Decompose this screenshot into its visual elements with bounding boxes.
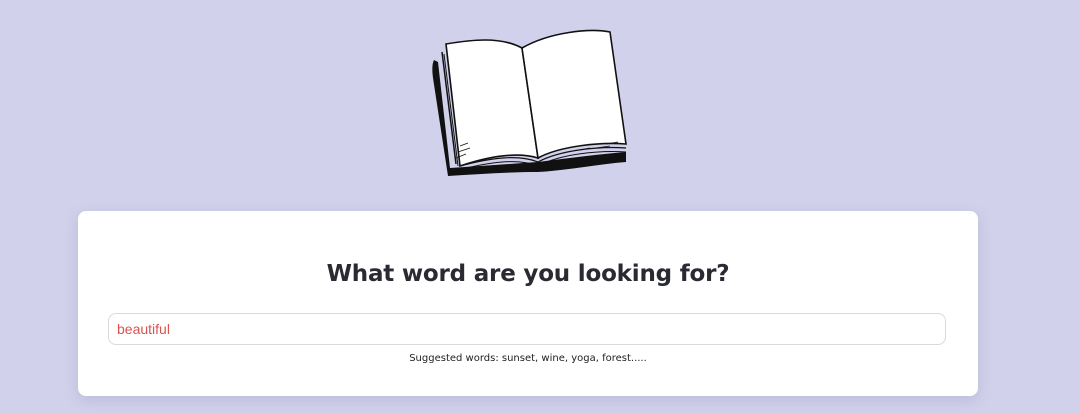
search-card: What word are you looking for? Suggested… [78, 211, 978, 396]
page-title: What word are you looking for? [326, 261, 730, 287]
open-book-icon [420, 24, 640, 184]
search-input[interactable] [108, 313, 946, 345]
suggested-words: Suggested words: sunset, wine, yoga, for… [409, 353, 647, 364]
